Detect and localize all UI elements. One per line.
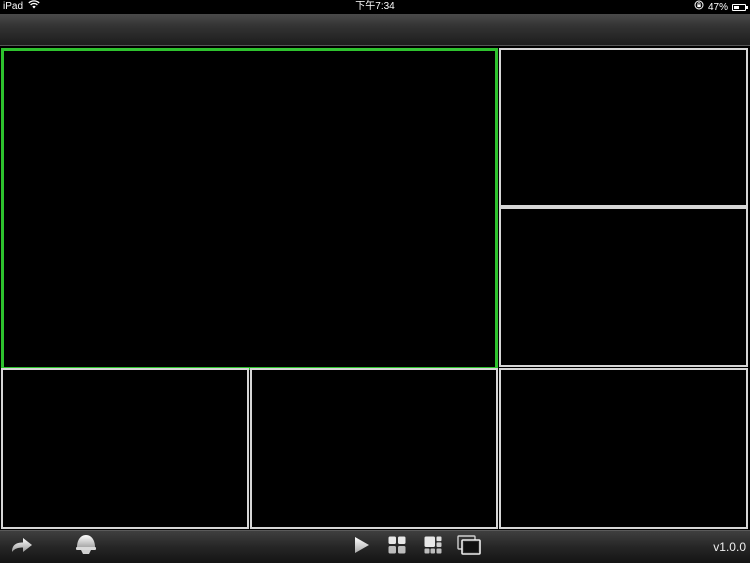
status-right: 47% xyxy=(694,0,748,15)
battery-icon xyxy=(732,4,748,11)
layout-1plus5-button[interactable] xyxy=(420,535,446,559)
bottom-toolbar: v1.0.0 xyxy=(0,530,750,563)
status-time: 下午7:34 xyxy=(355,1,395,12)
single-window-button[interactable] xyxy=(456,534,482,560)
ptz-dome-camera-icon xyxy=(73,533,99,562)
video-cell-3[interactable] xyxy=(499,207,748,367)
battery-percent: 47% xyxy=(707,1,728,13)
single-window-icon xyxy=(457,534,481,560)
rotation-lock-icon xyxy=(694,0,704,15)
video-cell-1[interactable] xyxy=(1,48,498,370)
video-grid xyxy=(0,46,750,530)
share-button[interactable] xyxy=(9,535,35,559)
layout-2x2-button[interactable] xyxy=(384,535,410,559)
play-button[interactable] xyxy=(348,535,374,559)
video-cell-4[interactable] xyxy=(1,368,249,529)
ptz-button[interactable] xyxy=(73,533,99,562)
play-icon xyxy=(352,536,370,559)
grid-1plus5-icon xyxy=(424,536,442,559)
share-arrow-icon xyxy=(10,536,34,559)
grid-2x2-icon xyxy=(388,536,406,559)
video-cell-6[interactable] xyxy=(499,368,748,529)
video-cell-5[interactable] xyxy=(250,368,498,529)
battery-fill xyxy=(734,6,739,9)
navigation-bar xyxy=(0,14,750,46)
status-bar: iPad 下午7:34 47% xyxy=(0,0,750,14)
app-screen: iPad 下午7:34 47% v1.0.0 xyxy=(0,0,750,563)
video-cell-2[interactable] xyxy=(499,48,748,207)
app-version: v1.0.0 xyxy=(713,540,746,554)
